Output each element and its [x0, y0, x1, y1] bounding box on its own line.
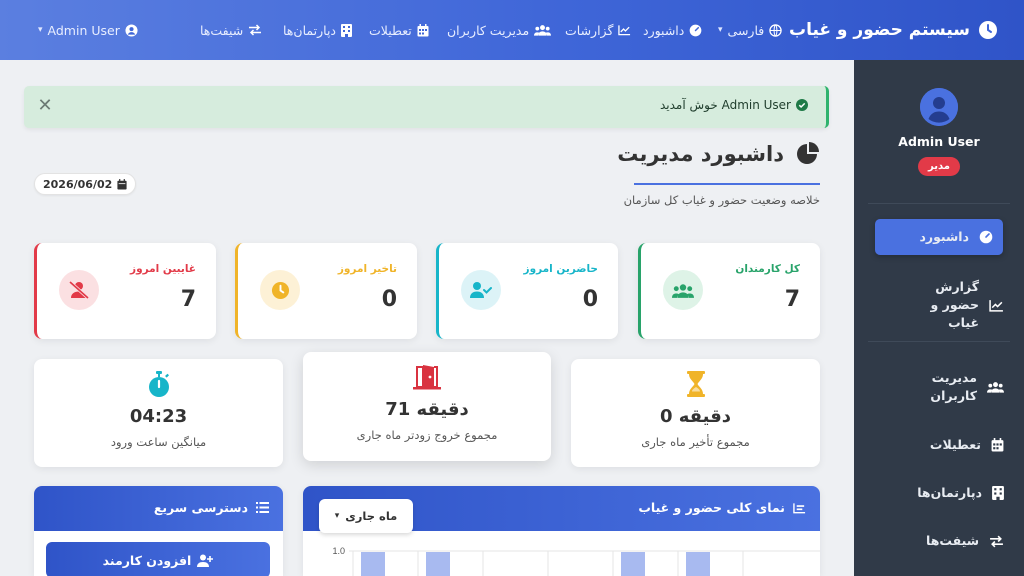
- panel-title: دسترسی سریع: [153, 500, 248, 515]
- summary-card-early-exit: 71 دقیقه مجموع خروج زودتر ماه جاری: [303, 352, 551, 461]
- caret-down-icon: ▾: [334, 511, 340, 521]
- sidebar-item-users[interactable]: مدیریت کاربران: [874, 369, 1004, 405]
- attendance-overview-panel: نمای کلی حضور و غیاب ماه جاری ▾ 1.0: [303, 486, 820, 576]
- exchange-icon: [248, 24, 262, 36]
- sidebar-item-shifts[interactable]: شیفت‌ها: [874, 532, 1004, 550]
- building-icon: [341, 23, 352, 37]
- sidebar-user-name: Admin User: [898, 134, 980, 149]
- users-icon: [987, 381, 1004, 393]
- top-navbar: سیستم حضور و غیاب فارسی ▾ داشبورد گزارشا…: [0, 0, 1024, 60]
- nav-dashboard[interactable]: داشبورد: [643, 0, 702, 60]
- calendar-icon: [991, 438, 1004, 452]
- door-open-icon: [303, 364, 551, 390]
- calendar-icon: [117, 178, 127, 190]
- speedometer-icon: [689, 24, 702, 37]
- attendance-chart: 1.0: [332, 546, 820, 576]
- chevron-down-icon: ▾: [718, 25, 723, 35]
- chevron-down-icon: ▾: [38, 25, 43, 35]
- y-tick-label: 1.0: [332, 546, 345, 556]
- list-icon: [256, 502, 269, 513]
- user-menu[interactable]: Admin User ▾: [38, 0, 138, 60]
- date-badge: 2026/06/02: [34, 173, 137, 195]
- chart-bar: [426, 552, 450, 576]
- page-title: داشبورد مدیریت: [617, 142, 820, 166]
- add-employee-button[interactable]: افزودن کارمند: [46, 542, 270, 576]
- nav-users[interactable]: مدیریت کاربران: [447, 0, 552, 60]
- sidebar-item-attendance-report[interactable]: گزارش حضور و غیاب: [874, 278, 1004, 332]
- exchange-icon: [989, 535, 1004, 548]
- clock-icon: [978, 20, 998, 40]
- alert-message: خوش آمدید Admin User: [660, 98, 808, 112]
- role-badge: مدیر: [918, 157, 960, 176]
- nav-shifts[interactable]: شیفت‌ها: [200, 0, 262, 60]
- nav-holidays[interactable]: تعطیلات: [369, 0, 429, 60]
- welcome-alert: ✕ خوش آمدید Admin User: [24, 86, 829, 128]
- nav-reports[interactable]: گزارشات: [565, 0, 631, 60]
- page-subtitle: خلاصه وضعیت حضور و غیاب کل سازمان: [623, 193, 820, 207]
- brand[interactable]: سیستم حضور و غیاب: [789, 0, 998, 60]
- stat-card-total-employees: کل کارمندان 7: [638, 243, 820, 339]
- panel-title: نمای کلی حضور و غیاب: [638, 500, 785, 515]
- user-slash-icon: [59, 270, 99, 310]
- panel-header: نمای کلی حضور و غیاب ماه جاری ▾: [303, 486, 820, 533]
- globe-icon: [769, 23, 782, 37]
- users-icon: [663, 270, 703, 310]
- speedometer-icon: [979, 230, 993, 244]
- quick-access-panel: دسترسی سریع افزودن کارمند: [34, 486, 283, 576]
- sidebar: Admin User مدیر داشبورد گزارش حضور و غیا…: [854, 60, 1024, 576]
- avatar: [920, 88, 958, 126]
- check-circle-icon: [796, 99, 808, 111]
- language-dropdown[interactable]: فارسی ▾: [718, 0, 782, 60]
- stat-card-present-today: حاضرین امروز 0: [436, 243, 618, 339]
- stopwatch-icon: [34, 371, 283, 398]
- chart-line-icon: [618, 24, 631, 36]
- sidebar-user: Admin User مدیر: [854, 88, 1024, 176]
- sidebar-divider: [868, 341, 1010, 342]
- close-icon[interactable]: ✕: [36, 97, 54, 115]
- pie-chart-icon: [796, 142, 820, 166]
- chart-area-icon: [793, 502, 806, 514]
- users-icon: [534, 24, 552, 36]
- stat-card-late-today: تاخیر امروز 0: [235, 243, 417, 339]
- user-check-icon: [461, 270, 501, 310]
- nav-departments[interactable]: دپارتمان‌ها: [283, 0, 352, 60]
- panel-header: دسترسی سریع: [34, 486, 283, 531]
- user-circle-icon: [125, 23, 138, 37]
- chart-bar: [686, 552, 710, 576]
- sidebar-item-departments[interactable]: دپارتمان‌ها: [874, 484, 1004, 502]
- building-icon: [992, 486, 1004, 500]
- sidebar-item-dashboard[interactable]: داشبورد: [875, 219, 1003, 255]
- summary-card-total-delay: 0 دقیقه مجموع تأخیر ماه جاری: [571, 359, 820, 467]
- stat-card-absent-today: غایبین امروز 7: [34, 243, 216, 339]
- summary-card-avg-entry: 04:23 میانگین ساعت ورود: [34, 359, 283, 467]
- clock-icon: [260, 270, 300, 310]
- chart-bar: [621, 552, 645, 576]
- hourglass-icon: [571, 371, 820, 397]
- calendar-icon: [417, 23, 429, 37]
- brand-title: سیستم حضور و غیاب: [788, 20, 970, 40]
- month-filter-dropdown[interactable]: ماه جاری ▾: [319, 499, 413, 533]
- title-underline: [634, 183, 820, 185]
- sidebar-divider: [868, 203, 1010, 204]
- sidebar-item-holidays[interactable]: تعطیلات: [874, 436, 1004, 454]
- chart-bar: [361, 552, 385, 576]
- main-nav: فارسی ▾ داشبورد گزارشات مدیریت کاربران ت…: [0, 0, 814, 60]
- chart-line-icon: [989, 299, 1004, 312]
- user-plus-icon: [197, 554, 214, 567]
